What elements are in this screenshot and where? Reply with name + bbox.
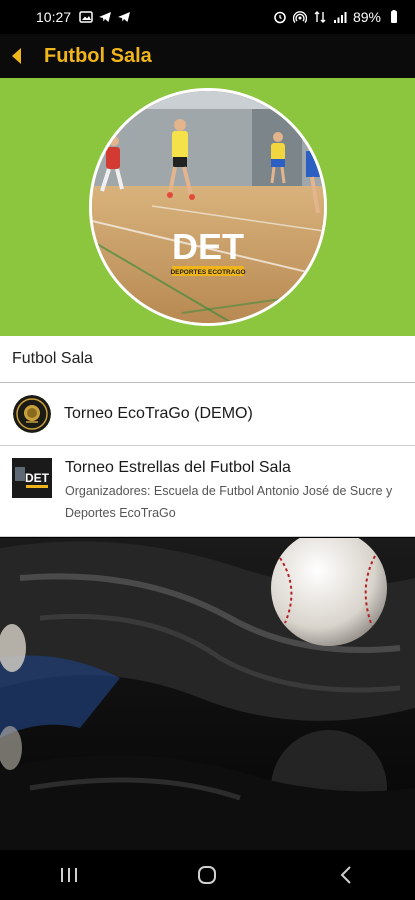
hero-banner: DET DEPORTES ECOTRAGO [0,78,415,336]
list-item-title: Torneo EcoTraGo (DEMO) [64,405,253,422]
battery-percent: 89% [352,9,381,25]
back-nav-button[interactable] [316,855,376,895]
det-logo: DET DEPORTES ECOTRAGO [170,226,245,276]
home-button[interactable] [177,855,237,895]
tournament-list: Futbol Sala Torneo EcoTraGo (DEMO) DET T… [0,336,415,537]
futsal-court-image: DET DEPORTES ECOTRAGO [91,91,324,323]
signal-icon [333,12,347,23]
chevron-left-icon [12,48,21,64]
background-photo [0,538,415,850]
status-left-icons [79,10,131,24]
hero-photo: DET DEPORTES ECOTRAGO [88,88,327,326]
list-item-title: Torneo Estrellas del Futbol Sala [65,459,291,476]
recents-button[interactable] [39,855,99,895]
det-logo-text: DET [172,226,244,267]
section-header: Futbol Sala [0,336,415,383]
telegram-icon [118,12,131,22]
status-bar: 10:27 89% [0,0,415,34]
data-icon [314,11,326,23]
det-logo-icon: DET [12,458,52,498]
svg-text:DET: DET [25,471,50,485]
lion-crest-icon [13,395,51,433]
list-item[interactable]: Torneo EcoTraGo (DEMO) [0,383,415,446]
list-item[interactable]: DET Torneo Estrellas del Futbol Sala Org… [0,446,415,537]
alarm-icon [274,11,286,24]
app-bar: Futbol Sala [0,34,415,78]
nav-bar [0,850,415,900]
status-right-icons: 89% [273,9,401,25]
status-time: 10:27 [36,9,72,25]
battery-icon [391,10,397,23]
list-item-subtitle: Organizadores: Escuela de Futbol Antonio… [65,484,393,520]
home-icon [198,866,217,884]
recents-icon [61,868,78,882]
page-title: Futbol Sala [44,44,152,67]
hotspot-icon [292,11,307,23]
baseball-glove-image [0,538,415,850]
telegram-icon [99,12,112,22]
image-icon [79,11,93,23]
back-icon [340,866,351,884]
det-logo-subtext: DEPORTES ECOTRAGO [170,269,245,276]
back-button[interactable] [2,34,32,78]
